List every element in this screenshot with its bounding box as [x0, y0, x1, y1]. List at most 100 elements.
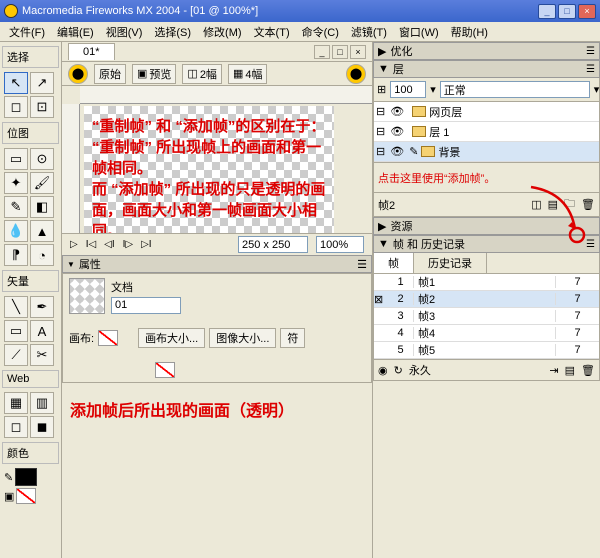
doc-name-field[interactable] — [111, 297, 181, 314]
menu-help[interactable]: 帮助(H) — [446, 22, 493, 42]
stroke-swatch[interactable] — [15, 468, 37, 486]
blur-tool[interactable]: 💧 — [4, 220, 28, 242]
image-size-button[interactable]: 图像大小... — [209, 328, 276, 348]
doc-close-button[interactable]: × — [350, 45, 366, 59]
pencil-tool[interactable]: ✎ — [4, 196, 28, 218]
menu-edit[interactable]: 编辑(E) — [52, 22, 99, 42]
options-icon[interactable]: ☰ — [357, 258, 367, 271]
two-up-tab[interactable]: ◫ 2幅 — [182, 64, 222, 84]
play-button[interactable]: ▷ — [70, 239, 78, 250]
slice-tool[interactable]: ▦ — [4, 392, 28, 414]
menu-commands[interactable]: 命令(C) — [297, 22, 344, 42]
freeform-tool[interactable]: ⟋ — [4, 344, 28, 366]
gif-swatch[interactable] — [155, 362, 175, 378]
marquee-tool[interactable]: ▭ — [4, 148, 28, 170]
subselect-tool[interactable]: ↗ — [30, 72, 54, 94]
first-frame-button[interactable]: I◁ — [86, 239, 96, 250]
export-icon[interactable]: ⬤ — [346, 64, 366, 84]
menu-select[interactable]: 选择(S) — [149, 22, 196, 42]
line-tool[interactable]: ╲ — [4, 296, 28, 318]
new-frame-icon[interactable]: ▤ — [565, 364, 575, 377]
knife-tool[interactable]: ✂ — [30, 344, 54, 366]
frame-row[interactable]: 3帧37 — [374, 308, 599, 325]
last-frame-button[interactable]: ▷I — [141, 239, 151, 250]
blend-dd[interactable]: ▾ — [594, 83, 600, 96]
dim-field[interactable] — [238, 236, 308, 253]
doc-min-button[interactable]: _ — [314, 45, 330, 59]
onion-toggle-icon[interactable]: ◉ — [378, 364, 388, 377]
four-up-tab[interactable]: ▦ 4幅 — [228, 64, 268, 84]
stamp-tool[interactable]: ▲ — [30, 220, 54, 242]
options-icon[interactable]: ☰ — [586, 46, 595, 57]
eye-icon[interactable]: 👁 — [388, 125, 406, 138]
wand-tool[interactable]: ✦ — [4, 172, 28, 194]
prev-frame-button[interactable]: ◁I — [104, 239, 114, 250]
menu-view[interactable]: 视图(V) — [101, 22, 148, 42]
frame-row[interactable]: ⊠2帧27 — [374, 291, 599, 308]
dist-icon[interactable]: ⇥ — [549, 364, 558, 377]
expand-icon[interactable]: ⊞ — [377, 83, 386, 96]
pointer-tool[interactable]: ↖ — [4, 72, 28, 94]
hotspot-tool[interactable]: ▥ — [30, 392, 54, 414]
hide-slice-tool[interactable]: ◻ — [4, 416, 28, 438]
lasso-tool[interactable]: ⊙ — [30, 148, 54, 170]
options-icon[interactable]: ☰ — [586, 239, 595, 250]
layer-list: ⊟👁网页层 ⊟👁层 1 ⊟👁✎背景 — [373, 102, 600, 163]
menu-filters[interactable]: 滤镜(T) — [346, 22, 392, 42]
rect-tool[interactable]: ▭ — [4, 320, 28, 342]
zoom-field[interactable] — [316, 236, 364, 253]
loop-icon[interactable]: ↻ — [394, 364, 403, 377]
frame-play-bar: ▷ I◁ ◁I I▷ ▷I — [62, 233, 372, 255]
fit-button[interactable]: 符 — [280, 328, 305, 348]
assets-label: 资源 — [390, 218, 412, 234]
zoom-tool[interactable]: ⊡ — [30, 96, 54, 118]
original-view-tab[interactable]: 原始 — [94, 64, 126, 84]
frame-row[interactable]: 5帧57 — [374, 342, 599, 359]
close-button[interactable]: × — [578, 4, 596, 19]
layer-row[interactable]: ⊟👁✎背景 — [374, 142, 599, 162]
eyedrop-tool[interactable]: ⁋ — [4, 244, 28, 266]
canvas-size-button[interactable]: 画布大小... — [138, 328, 205, 348]
fill-swatch[interactable] — [16, 488, 36, 504]
opacity-dd[interactable]: ▾ — [430, 83, 436, 96]
tab-frames[interactable]: 帧 — [374, 253, 414, 273]
crop-tool[interactable]: ◻ — [4, 96, 28, 118]
eye-icon[interactable]: 👁 — [388, 105, 406, 118]
layer-row[interactable]: ⊟👁层 1 — [374, 122, 599, 142]
eraser-tool[interactable]: ◧ — [30, 196, 54, 218]
properties-header[interactable]: ▼属性☰ — [62, 255, 372, 273]
minimize-button[interactable]: _ — [538, 4, 556, 19]
menu-text[interactable]: 文本(T) — [249, 22, 295, 42]
menu-modify[interactable]: 修改(M) — [198, 22, 247, 42]
maximize-button[interactable]: □ — [558, 4, 576, 19]
eye-icon[interactable]: 👁 — [388, 145, 406, 158]
tab-history[interactable]: 历史记录 — [414, 253, 487, 273]
layers-header[interactable]: ▼层☰ — [373, 60, 600, 78]
next-frame-button[interactable]: I▷ — [123, 239, 133, 250]
layer-row[interactable]: ⊟👁网页层 — [374, 102, 599, 122]
canvas-text: “重制帧” 和 “添加帧”的区别在于： “重制帧” 所出现帧上的画面和第一帧相同… — [84, 106, 334, 233]
layer-name: 背景 — [438, 144, 460, 160]
document-tabs: 01* _ □ × — [62, 42, 372, 62]
frame-row[interactable]: 4帧47 — [374, 325, 599, 342]
bucket-tool[interactable]: ◔ — [30, 244, 54, 266]
pen-tool[interactable]: ✒ — [30, 296, 54, 318]
menu-file[interactable]: 文件(F) — [4, 22, 50, 42]
show-slice-tool[interactable]: ◼ — [30, 416, 54, 438]
delete-frame-icon[interactable]: 🗑 — [581, 364, 595, 377]
frame-row[interactable]: 1帧17 — [374, 274, 599, 291]
stroke-icon: ✎ — [4, 471, 13, 484]
brush-tool[interactable]: 🖌 — [30, 172, 54, 194]
optimize-header[interactable]: ▶优化☰ — [373, 42, 600, 60]
options-icon[interactable]: ☰ — [586, 64, 595, 75]
canvas-color-swatch[interactable] — [98, 330, 118, 346]
blend-field[interactable] — [440, 81, 590, 98]
doc-tab[interactable]: 01* — [68, 43, 115, 60]
opacity-field[interactable] — [390, 81, 426, 98]
doc-max-button[interactable]: □ — [332, 45, 348, 59]
preview-view-tab[interactable]: ▣ 预览 — [132, 64, 176, 84]
original-icon[interactable]: ⬤ — [68, 64, 88, 84]
text-tool[interactable]: A — [30, 320, 54, 342]
menu-window[interactable]: 窗口(W) — [394, 22, 444, 42]
canvas[interactable]: “重制帧” 和 “添加帧”的区别在于： “重制帧” 所出现帧上的画面和第一帧相同… — [84, 106, 334, 233]
